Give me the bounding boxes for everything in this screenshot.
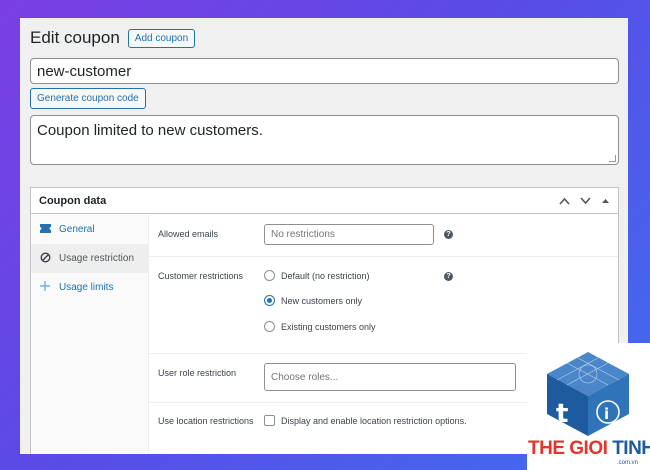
tab-usage-limits[interactable]: Usage limits	[31, 273, 148, 302]
tab-usage-restriction-label: Usage restriction	[59, 253, 135, 264]
radio-new-label: New customers only	[281, 295, 363, 306]
radio-default-label: Default (no restriction)	[281, 270, 370, 281]
brand-wordmark-red: THE GIOI	[528, 438, 613, 459]
tab-usage-limits-label: Usage limits	[59, 282, 114, 293]
location-restriction-checkbox-row[interactable]: Display and enable location restriction …	[264, 415, 467, 426]
tab-general-label: General	[59, 224, 95, 235]
resize-handle[interactable]	[609, 155, 616, 162]
collapse-triangle-icon[interactable]	[601, 197, 610, 205]
radio-existing-customers[interactable]: Existing customers only	[264, 321, 376, 332]
customer-restrictions-row: Customer restrictions ? Default (no rest…	[149, 257, 618, 354]
allowed-emails-row: Allowed emails ?	[149, 215, 618, 257]
location-restriction-checkbox-label: Display and enable location restriction …	[281, 415, 467, 426]
page-title: Edit coupon	[30, 28, 120, 47]
description-wrapper: Coupon limited to new customers.	[30, 115, 619, 165]
tab-usage-restriction[interactable]: Usage restriction	[31, 244, 148, 273]
brand-wordmark-blue: TINHOC	[612, 438, 650, 459]
customer-restrictions-label: Customer restrictions	[158, 271, 244, 281]
svg-text:t: t	[556, 399, 568, 429]
chevron-down-icon[interactable]	[580, 196, 591, 205]
allowed-emails-label: Allowed emails	[158, 229, 219, 239]
add-coupon-button[interactable]: Add coupon	[127, 28, 196, 48]
help-icon[interactable]: ?	[444, 272, 453, 281]
radio-button-selected[interactable]	[264, 295, 275, 306]
box-controls	[559, 196, 610, 205]
help-icon[interactable]: ?	[444, 230, 453, 239]
allowed-emails-input[interactable]	[264, 224, 434, 245]
plus-icon	[39, 281, 51, 294]
coupon-data-header: Coupon data	[31, 188, 618, 214]
ticket-icon	[39, 223, 51, 236]
user-role-select[interactable]	[264, 363, 516, 391]
radio-existing-label: Existing customers only	[281, 321, 376, 332]
prohibit-icon	[39, 251, 51, 266]
tab-general[interactable]: General	[31, 215, 148, 244]
user-role-label: User role restriction	[158, 368, 237, 378]
chevron-up-icon[interactable]	[559, 197, 570, 205]
radio-new-customers[interactable]: New customers only	[264, 295, 362, 306]
description-textarea[interactable]: Coupon limited to new customers.	[30, 115, 619, 165]
generate-coupon-code-button[interactable]: Generate coupon code	[30, 88, 146, 109]
location-restriction-label: Use location restrictions	[158, 416, 254, 426]
location-restriction-checkbox[interactable]	[264, 415, 275, 426]
coupon-data-title: Coupon data	[39, 194, 107, 207]
brand-domain: .com.vn	[617, 460, 639, 466]
radio-button[interactable]	[264, 321, 275, 332]
brand-logo-cube-icon: t i	[547, 352, 629, 436]
svg-text:i: i	[604, 405, 609, 423]
brand-wordmark: THE GIOI TINHOC	[528, 438, 650, 460]
coupon-code-input[interactable]	[30, 58, 619, 84]
radio-default-restriction[interactable]: Default (no restriction)	[264, 270, 370, 281]
coupon-data-tabs: General Usage restriction Usage limits	[31, 215, 149, 454]
page-header: Edit coupon Add coupon	[30, 28, 196, 48]
radio-button[interactable]	[264, 270, 275, 281]
